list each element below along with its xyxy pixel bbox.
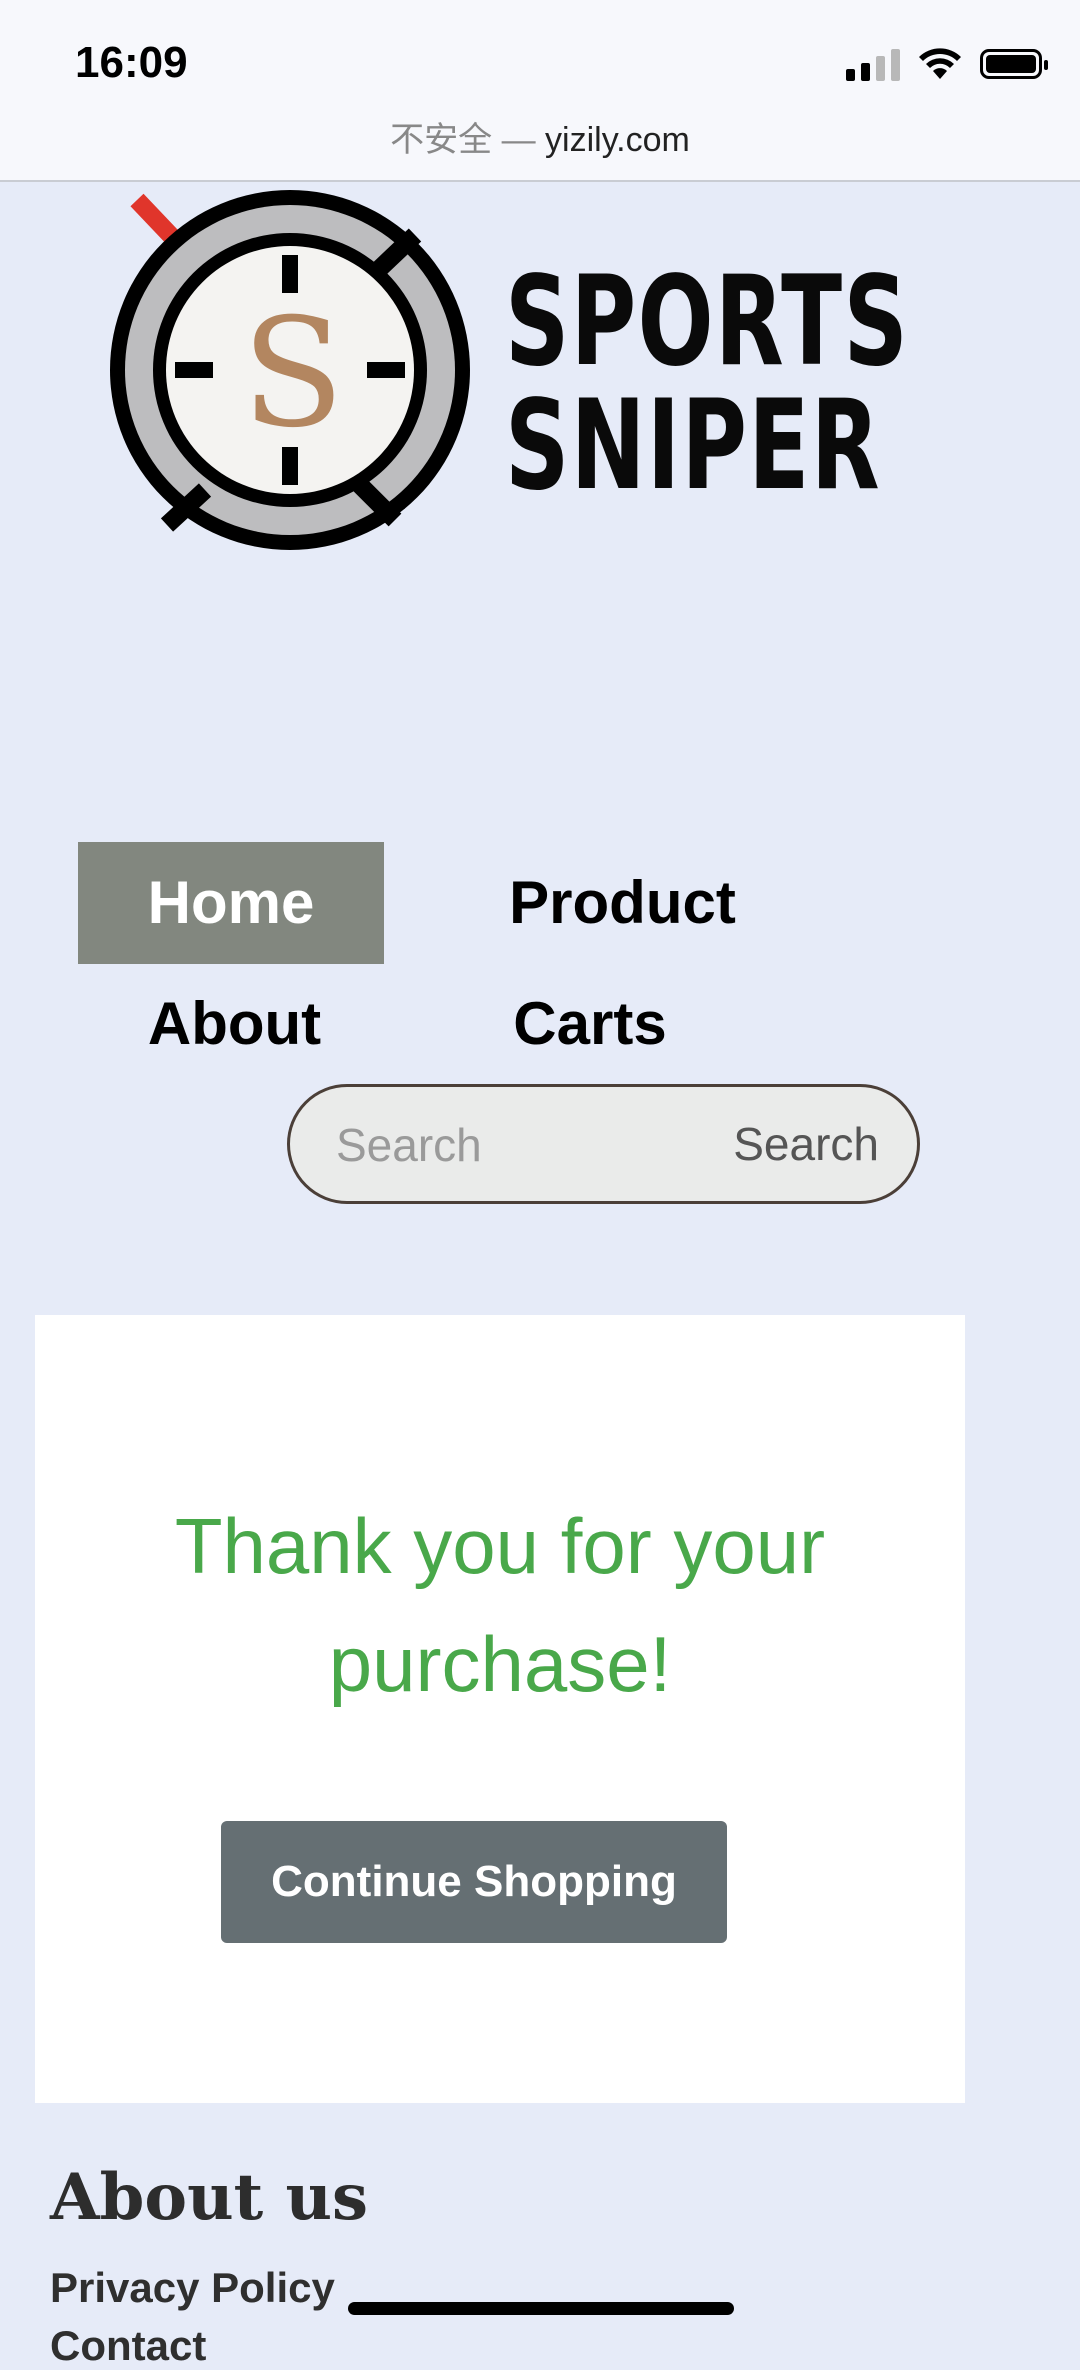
logo-emblem-letter: S [242,287,345,461]
thank-you-line-2: purchase! [328,1620,672,1708]
url-domain: yizily.com [545,121,690,159]
status-icons [846,44,1048,84]
thank-you-line-1: Thank you for your [174,1502,826,1590]
site-logo[interactable]: S SPORTS SNIPER [95,185,925,565]
purchase-confirmation-card: Thank you for your purchase! Continue Sh… [35,1315,965,2103]
logo-line-2: SNIPER [505,374,882,518]
home-indicator[interactable] [348,2302,734,2315]
nav-product[interactable]: Product [460,842,785,964]
logo-wordmark: SPORTS SNIPER [505,260,909,508]
about-us-heading: About us [50,2160,369,2235]
privacy-policy-link[interactable]: Privacy Policy [50,2264,335,2312]
contact-link[interactable]: Contact [50,2322,206,2370]
search-button[interactable]: Search [733,1117,879,1171]
wifi-icon [919,48,961,79]
crosshair-logo-icon: S [110,190,470,550]
address-bar[interactable]: 不安全 — yizily.com [0,112,1080,161]
browser-status-bar: 16:09 不安全 — yizily.com [0,0,1080,182]
search-input[interactable] [336,1105,686,1185]
search-bar: Search [287,1084,920,1204]
continue-shopping-button[interactable]: Continue Shopping [221,1821,727,1943]
nav-home[interactable]: Home [78,842,384,964]
cellular-signal-icon [846,47,900,81]
battery-icon [980,49,1048,79]
thank-you-message: Thank you for your purchase! [35,1487,965,1723]
status-time: 16:09 [75,38,188,87]
insecure-label: 不安全 — [390,121,536,159]
nav-about[interactable]: About [78,963,391,1085]
nav-carts[interactable]: Carts [460,963,720,1085]
logo-line-1: SPORTS [505,250,910,394]
